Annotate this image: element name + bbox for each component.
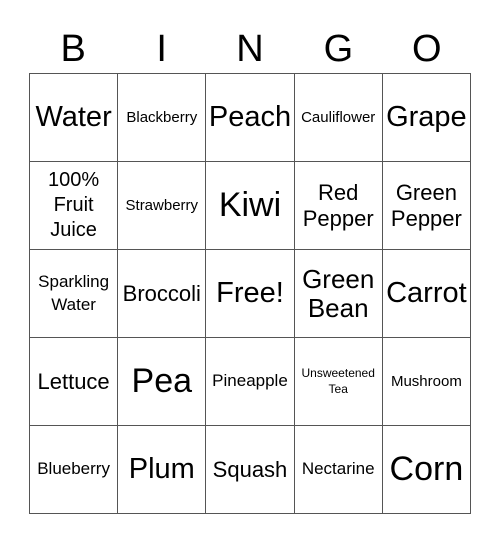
bingo-cell[interactable]: Unsweetened Tea [294, 338, 383, 426]
header-letter-g: G [323, 28, 354, 70]
bingo-cell[interactable]: Free! [206, 250, 295, 338]
bingo-cell[interactable]: Corn [382, 426, 471, 514]
bingo-cell[interactable]: Peach [206, 74, 295, 162]
bingo-cell[interactable]: Green Pepper [382, 162, 471, 250]
bingo-cell[interactable]: Pea [118, 338, 207, 426]
bingo-card-grid: Water Blackberry Peach Cauliflower Grape 100%… [29, 73, 471, 514]
bingo-cell[interactable]: Sparkling Water [30, 250, 119, 338]
bingo-cell[interactable]: Strawberry [118, 162, 207, 250]
bingo-cell[interactable]: Broccoli [118, 250, 207, 338]
header-letter-i: I [156, 28, 167, 70]
bingo-cell[interactable]: Blueberry [30, 426, 119, 514]
bingo-cell[interactable]: Green Bean [294, 250, 383, 338]
bingo-cell[interactable]: Pineapple [206, 338, 295, 426]
bingo-cell[interactable]: Mushroom [382, 338, 471, 426]
bingo-cell[interactable]: 100% Fruit Juice [30, 162, 119, 250]
bingo-header: B I N G O [29, 26, 471, 72]
bingo-cell[interactable]: Grape [382, 74, 471, 162]
bingo-cell[interactable]: Cauliflower [294, 74, 383, 162]
bingo-cell[interactable]: Plum [118, 426, 207, 514]
bingo-cell[interactable]: Squash [206, 426, 295, 514]
bingo-cell[interactable]: Water [30, 74, 119, 162]
bingo-cell[interactable]: Blackberry [118, 74, 207, 162]
header-letter-b: B [60, 28, 86, 70]
header-letter-n: N [236, 28, 264, 70]
bingo-cell[interactable]: Kiwi [206, 162, 295, 250]
bingo-cell[interactable]: Lettuce [30, 338, 119, 426]
bingo-cell[interactable]: Nectarine [294, 426, 383, 514]
bingo-cell[interactable]: Carrot [382, 250, 471, 338]
bingo-cell[interactable]: Red Pepper [294, 162, 383, 250]
header-letter-o: O [412, 28, 442, 70]
